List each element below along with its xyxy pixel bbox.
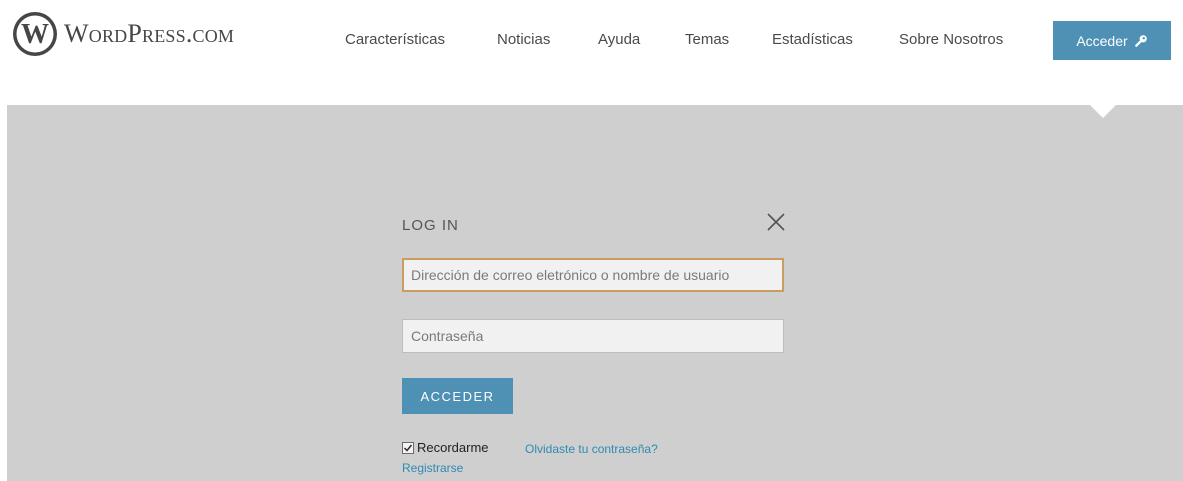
nav-item-sobre-nosotros[interactable]: Sobre Nosotros: [899, 31, 1003, 48]
checkmark-icon: [403, 444, 413, 452]
header-login-button[interactable]: Acceder: [1053, 21, 1171, 60]
login-overlay: [7, 105, 1183, 481]
svg-text:W: W: [21, 19, 49, 50]
header-login-label: Acceder: [1076, 32, 1128, 49]
remember-label[interactable]: Recordarme: [417, 440, 489, 455]
nav-item-noticias[interactable]: Noticias: [497, 31, 550, 48]
remember-me: Recordarme: [402, 440, 489, 455]
nav-item-estadisticas[interactable]: Estadísticas: [772, 31, 853, 48]
key-icon: [1134, 34, 1148, 47]
login-title: LOG IN: [402, 217, 459, 234]
wordpress-logo[interactable]: W WordPress.com: [12, 11, 234, 57]
site-header: W WordPress.com Características Noticias…: [0, 0, 1183, 105]
nav-item-ayuda[interactable]: Ayuda: [598, 31, 640, 48]
logo-text: WordPress.com: [64, 19, 235, 48]
nav-item-caracteristicas[interactable]: Características: [345, 31, 445, 48]
submit-button[interactable]: ACCEDER: [402, 378, 513, 414]
register-link[interactable]: Registrarse: [402, 461, 463, 475]
password-field[interactable]: [402, 319, 784, 353]
close-icon[interactable]: [766, 212, 786, 232]
dropdown-caret: [1089, 104, 1117, 118]
forgot-password-link[interactable]: Olvidaste tu contraseña?: [525, 442, 658, 456]
remember-checkbox[interactable]: [402, 441, 414, 454]
email-field[interactable]: [402, 258, 784, 292]
nav-item-temas[interactable]: Temas: [685, 31, 729, 48]
wordpress-icon: W: [13, 12, 57, 56]
